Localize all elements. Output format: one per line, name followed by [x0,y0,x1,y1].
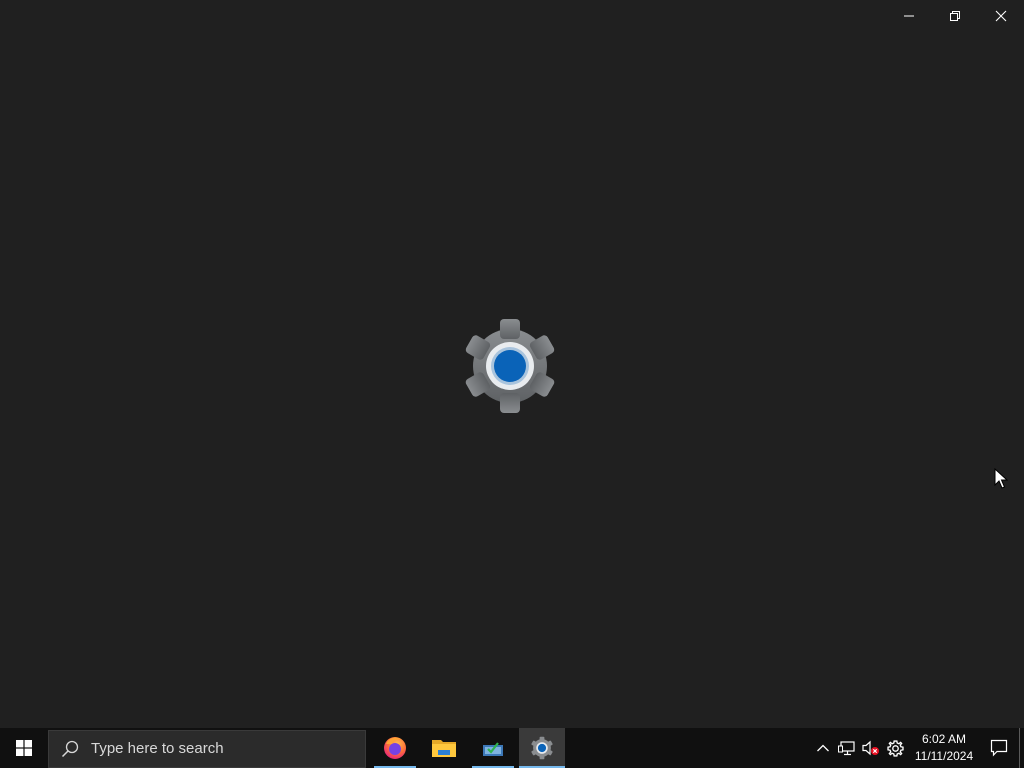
minimize-icon [904,15,914,17]
show-hidden-icons-button[interactable] [811,728,835,768]
store-icon [483,742,503,756]
volume-button[interactable] [859,728,883,768]
system-tray: 6:02 AM 11/11/2024 [811,728,1024,768]
taskbar: 6:02 AM 11/11/2024 [0,728,1024,768]
close-button[interactable] [978,0,1024,32]
search-input[interactable] [89,739,353,758]
settings-window [0,0,1024,728]
chevron-up-icon [817,744,829,752]
window-controls [886,0,1024,32]
show-desktop-button[interactable] [1019,728,1024,768]
action-center-button[interactable] [979,728,1019,768]
gear-icon [886,739,904,757]
network-icon [838,741,855,756]
taskbar-clock[interactable]: 6:02 AM 11/11/2024 [909,731,979,765]
taskbar-app-file-explorer[interactable] [421,728,467,768]
firefox-icon [384,737,406,759]
windows-logo-icon [16,740,32,756]
mouse-cursor-icon [994,468,1008,489]
restore-icon [950,11,960,21]
settings-gear-icon [531,736,553,760]
start-button[interactable] [0,728,48,768]
close-icon [995,10,1007,22]
taskbar-apps [372,728,568,768]
minimize-button[interactable] [886,0,932,32]
search-icon [61,740,79,757]
folder-icon [432,740,456,757]
clock-time: 6:02 AM [921,732,967,746]
taskbar-app-store[interactable] [470,728,516,768]
notification-icon [990,739,1008,757]
restore-button[interactable] [932,0,978,32]
settings-tray-button[interactable] [883,728,907,768]
desktop-screen: 6:02 AM 11/11/2024 [0,0,1024,768]
taskbar-search-box[interactable] [48,729,366,768]
taskbar-app-firefox[interactable] [372,728,418,768]
settings-gear-icon [464,319,556,413]
network-button[interactable] [835,728,859,768]
clock-date: 11/11/2024 [914,749,974,763]
taskbar-app-settings[interactable] [519,728,565,768]
volume-muted-icon [862,740,879,756]
